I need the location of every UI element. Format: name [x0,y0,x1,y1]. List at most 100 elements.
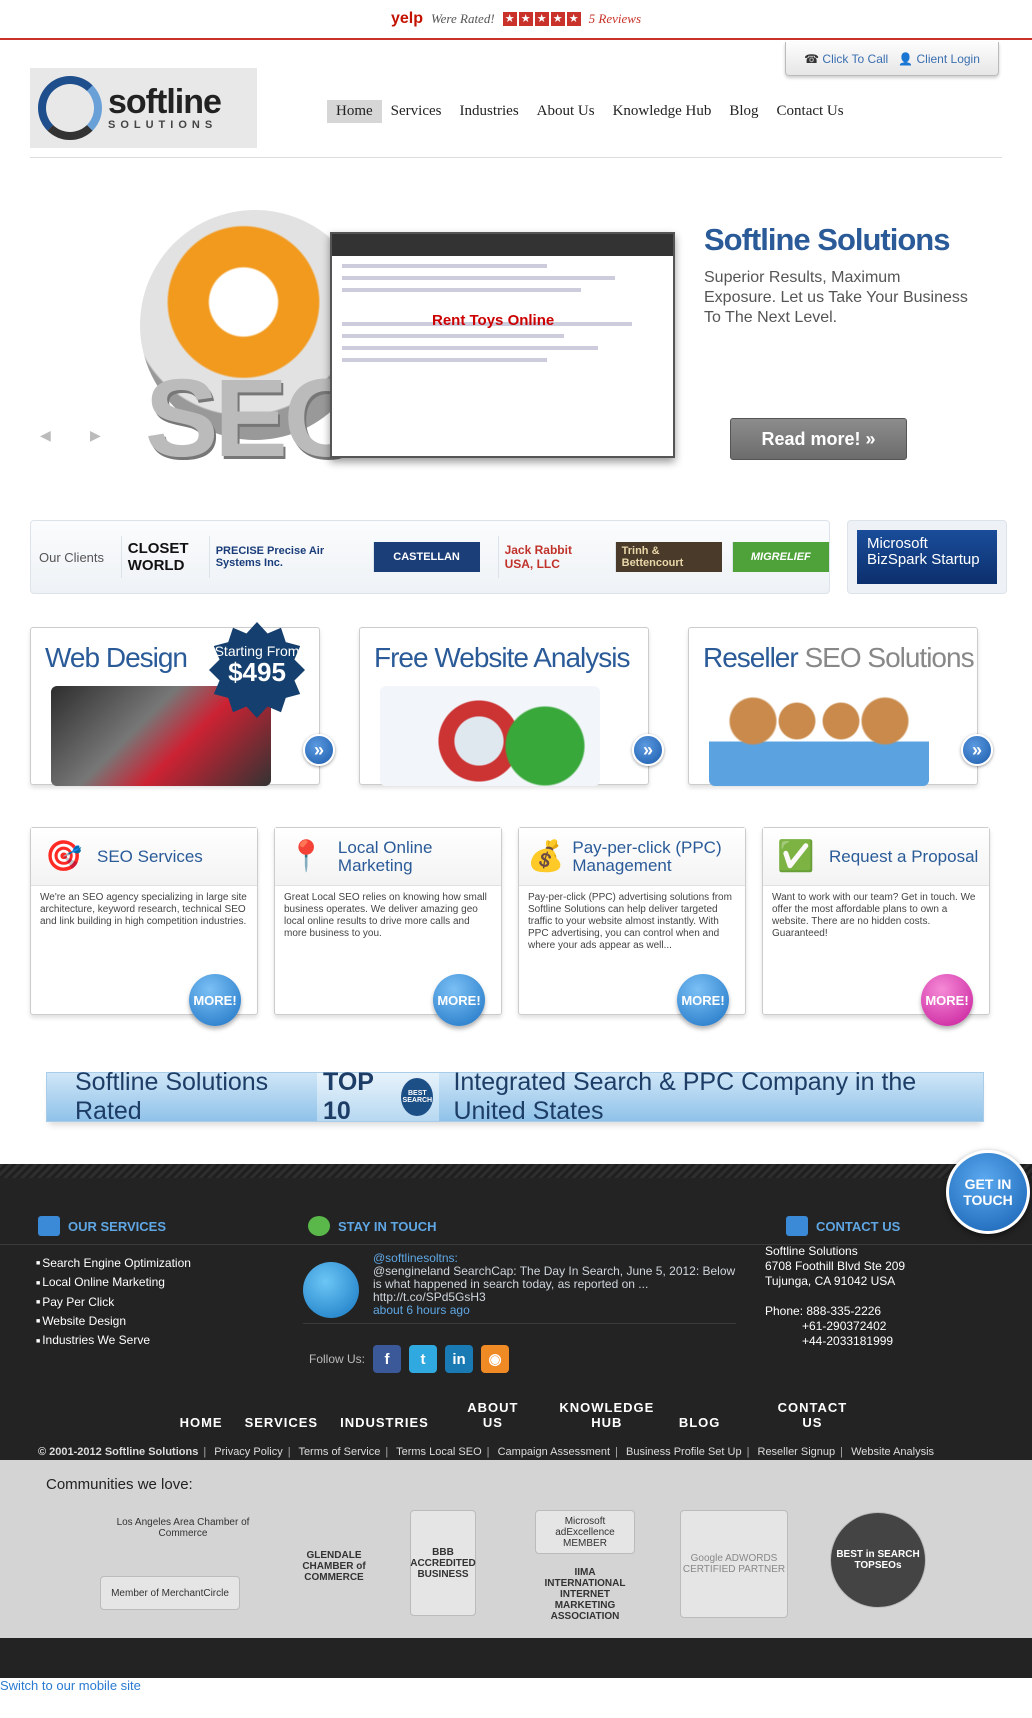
promo-reseller-seo[interactable]: Reseller SEO Solutions » [688,627,993,786]
slider-prev-arrow[interactable]: ◀ [40,427,51,444]
client-logo-jack-rabbit: Jack Rabbit USA, LLC [497,536,605,578]
people-group-icon [709,686,929,786]
go-arrow-icon[interactable]: » [961,734,993,766]
twitter-icon[interactable]: t [409,1345,438,1373]
nav-services[interactable]: Services [382,100,451,123]
chat-bubbles-icon [308,1216,330,1236]
analysis-magnifier-image [380,686,600,786]
iima-logo[interactable]: IIMA INTERNATIONAL INTERNET MARKETING AS… [535,1567,635,1622]
footer-service-link[interactable]: Search Engine Optimization [36,1254,191,1273]
nav-knowledge-hub[interactable]: Knowledge Hub [604,100,721,123]
footer-nav-services[interactable]: SERVICES [245,1415,319,1430]
promo-title: Web Design [45,642,188,673]
mobile-site-link[interactable]: Switch to our mobile site [0,1678,141,1693]
header-divider [30,157,1002,158]
contact-city: Tujunga, CA 91042 USA [765,1274,896,1288]
terms-local-seo-link[interactable]: Terms Local SEO [396,1446,482,1458]
topseos-best-in-search-logo[interactable]: BEST in SEARCH TOPSEOs [830,1512,926,1608]
nav-about-us[interactable]: About Us [528,100,604,123]
microsoft-adexcellence-logo[interactable]: Microsoft adExcellence MEMBER [535,1510,635,1554]
star-icon: ★ [566,12,581,26]
communities-section: Communities we love: Los Angeles Area Ch… [0,1460,1032,1638]
contact-us-heading: CONTACT US [786,1216,900,1236]
banner-left-text: Softline Solutions Rated [75,1068,269,1125]
footer-service-link[interactable]: Website Design [36,1312,191,1331]
contact-phone-uk: +44-2033181999 [802,1334,894,1348]
footer-service-link[interactable]: Local Online Marketing [36,1273,191,1292]
star-icon: ★ [534,12,549,26]
contact-phone: Phone: 888-335-2226 [765,1304,882,1318]
star-icon: ★ [550,12,565,26]
go-arrow-icon[interactable]: » [632,734,664,766]
slider-next-arrow[interactable]: ▶ [90,427,101,444]
clients-label: Our Clients [39,549,105,565]
hero-title: Softline Solutions [704,222,950,257]
footer: OUR SERVICES STAY IN TOUCH CONTACT US Se… [0,1164,1032,1460]
read-more-button[interactable]: Read more! » [730,418,907,460]
client-logo-trinh-bettencourt: Trinh & Bettencourt [614,542,722,572]
more-button[interactable]: MORE! [921,974,973,1026]
logo-mark-icon [38,76,102,140]
tweet-time[interactable]: about 6 hours ago [373,1304,736,1317]
la-chamber-logo[interactable]: Los Angeles Area Chamber of Commerce [100,1508,266,1548]
linkedin-icon[interactable]: in [445,1345,474,1373]
contact-company: Softline Solutions [765,1244,858,1258]
bizspark-logo: Microsoft BizSpark Startup [857,530,997,584]
footer-nav-industries[interactable]: INDUSTRIES [340,1415,429,1430]
follow-label: Follow Us: [309,1352,366,1366]
website-analysis-link[interactable]: Website Analysis [851,1446,934,1458]
site-logo[interactable]: softline SOLUTIONS [30,68,257,148]
client-login-label: Client Login [916,51,980,66]
merchantcircle-logo[interactable]: Member of MerchantCircle [100,1576,240,1610]
star-icon: ★ [518,12,533,26]
click-to-call-button[interactable]: ☎ Click To Call [804,52,888,66]
glendale-chamber-logo[interactable]: GLENDALE CHAMBER of COMMERCE [300,1518,368,1614]
nav-industries[interactable]: Industries [451,100,528,123]
service-title: SEO Services [97,846,203,866]
reviews-link[interactable]: 5 Reviews [589,11,641,27]
google-adwords-partner-logo[interactable]: Google ADWORDS CERTIFIED PARTNER [680,1510,788,1618]
yelp-logo[interactable]: yelp [391,10,423,28]
footer-nav-about[interactable]: ABOUT US [463,1400,523,1430]
footer-nav-home[interactable]: HOME [180,1415,223,1430]
privacy-policy-link[interactable]: Privacy Policy [214,1446,282,1458]
footer-nav-knowledge-hub[interactable]: KNOWLEDGE HUB [557,1400,657,1430]
phone-icon: ☎ [804,51,820,66]
main-nav: Home Services Industries About Us Knowle… [327,100,853,123]
envelope-icon [786,1216,808,1236]
nav-contact-us[interactable]: Contact Us [768,100,853,123]
bbb-logo[interactable]: BBB ACCREDITED BUSINESS [410,1510,476,1616]
footer-legal: © 2001-2012 Softline Solutions | Privacy … [38,1446,935,1458]
more-button[interactable]: MORE! [433,974,485,1026]
promo-website-analysis[interactable]: Free Website Analysis » [359,627,664,786]
follow-us: Follow Us: f t in ◉ [309,1345,510,1373]
more-button[interactable]: MORE! [677,974,729,1026]
terms-of-service-link[interactable]: Terms of Service [298,1446,380,1458]
bizspark-badge: Microsoft BizSpark Startup [847,520,1007,594]
client-login-button[interactable]: 👤 Client Login [898,52,980,66]
contact-phone-au: +61-290372402 [802,1319,887,1333]
footer-service-link[interactable]: Industries We Serve [36,1331,191,1350]
footer-nav-blog[interactable]: BLOG [679,1415,721,1430]
nav-home[interactable]: Home [327,100,382,123]
service-text: We're an SEO agency specializing in larg… [40,892,247,927]
business-profile-link[interactable]: Business Profile Set Up [626,1446,742,1458]
checklist-icon: ✅ [777,840,815,873]
rss-icon[interactable]: ◉ [481,1345,510,1373]
get-in-touch-button[interactable]: GET IN TOUCH [946,1150,1030,1234]
go-arrow-icon[interactable]: » [303,734,335,766]
contact-details: Softline Solutions 6708 Foothill Blvd St… [765,1244,905,1349]
more-button[interactable]: MORE! [189,974,241,1026]
promo-title: Free Website Analysis [374,642,631,673]
nav-blog[interactable]: Blog [720,100,767,123]
top10-banner[interactable]: Softline Solutions Rated TOP 10 BEST SEAR… [46,1068,984,1125]
service-card-local-marketing: 📍 Local Online Marketing Great Local SEO … [274,827,502,1026]
facebook-icon[interactable]: f [373,1345,402,1373]
promo-web-design[interactable]: Web Design Starting From $495 » [30,622,335,786]
reseller-signup-link[interactable]: Reseller Signup [758,1446,836,1458]
campaign-assessment-link[interactable]: Campaign Assessment [498,1446,611,1458]
footer-nav-contact[interactable]: CONTACT US [772,1400,852,1430]
footer-nav: HOME SERVICES INDUSTRIES ABOUT US KNOWLE… [0,1400,1032,1430]
our-services-heading: OUR SERVICES [38,1216,166,1236]
footer-service-link[interactable]: Pay Per Click [36,1293,191,1312]
